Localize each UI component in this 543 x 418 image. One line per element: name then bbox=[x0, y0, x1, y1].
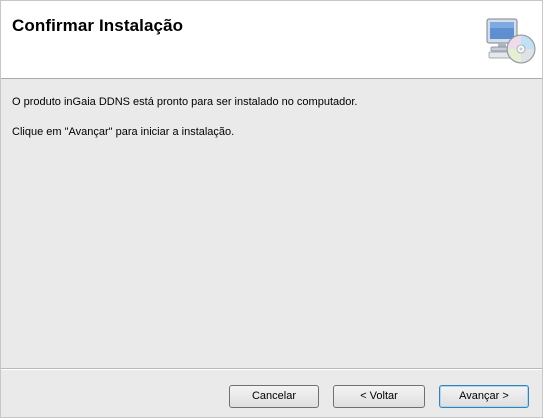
header-banner: Confirmar Instalação bbox=[1, 1, 542, 79]
computer-cd-icon bbox=[486, 18, 536, 64]
footer-divider bbox=[1, 368, 542, 370]
content-area: O produto inGaia DDNS está pronto para s… bbox=[1, 79, 542, 368]
ready-message: O produto inGaia DDNS está pronto para s… bbox=[12, 96, 358, 108]
back-button[interactable]: < Voltar bbox=[333, 385, 425, 408]
cancel-button[interactable]: Cancelar bbox=[229, 385, 319, 408]
installer-window: Confirmar Instalação O produto inGaia DD… bbox=[0, 0, 543, 418]
page-title: Confirmar Instalação bbox=[12, 16, 184, 35]
next-button[interactable]: Avançar > bbox=[439, 385, 529, 408]
instruction-message: Clique em "Avançar" para iniciar a insta… bbox=[12, 126, 235, 138]
